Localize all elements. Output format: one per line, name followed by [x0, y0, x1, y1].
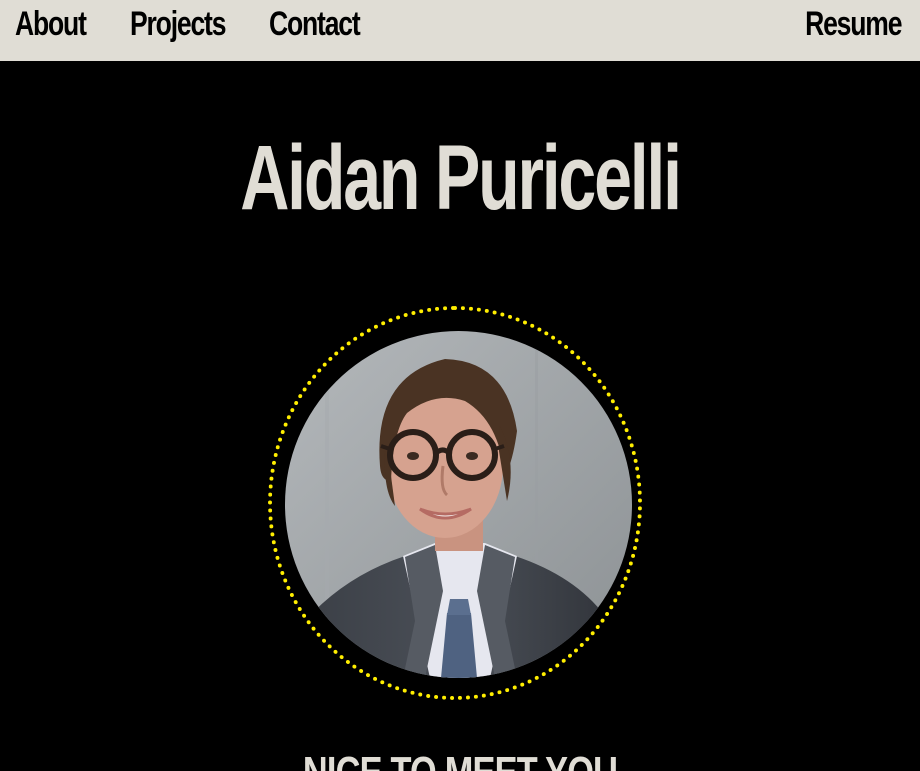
top-navbar: About Projects Contact Resume: [0, 0, 920, 61]
profile-photo: [285, 331, 632, 678]
nav-link-resume[interactable]: Resume: [805, 0, 902, 50]
section-heading: NICE TO MEET YOU: [101, 748, 819, 771]
nav-link-about[interactable]: About: [15, 0, 87, 50]
nav-link-projects[interactable]: Projects: [130, 0, 226, 50]
portrait-illustration: [285, 331, 632, 678]
nav-link-contact[interactable]: Contact: [269, 0, 361, 50]
page-title: Aidan Puricelli: [240, 127, 682, 229]
